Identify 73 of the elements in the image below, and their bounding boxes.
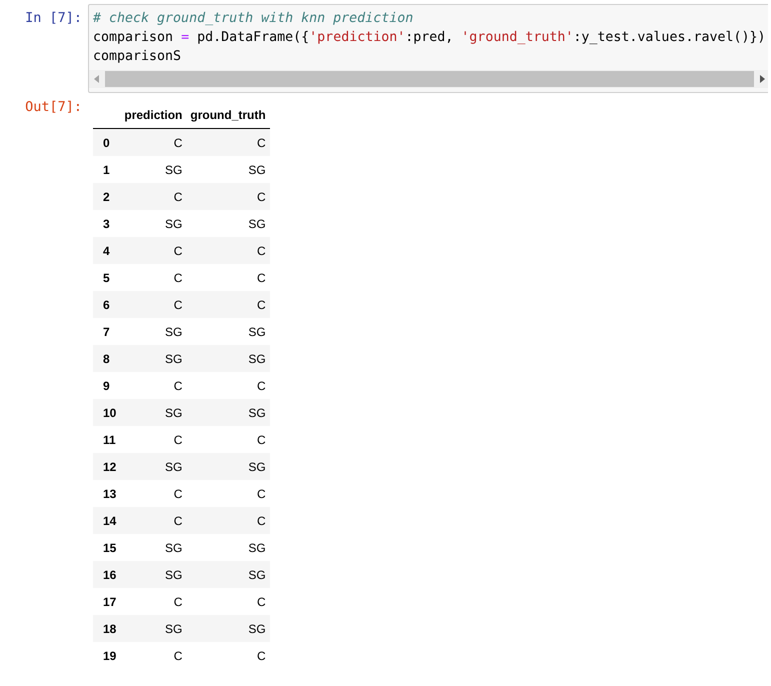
table-cell: SG — [120, 156, 186, 183]
table-cell: C — [120, 642, 186, 669]
row-index: 19 — [93, 642, 120, 669]
table-cell: SG — [186, 534, 270, 561]
table-cell: SG — [186, 318, 270, 345]
input-prompt: In [7]: — [25, 10, 82, 26]
row-index: 8 — [93, 345, 120, 372]
row-index: 18 — [93, 615, 120, 642]
row-index: 2 — [93, 183, 120, 210]
table-cell: C — [120, 183, 186, 210]
row-index: 15 — [93, 534, 120, 561]
table-cell: SG — [120, 534, 186, 561]
table-cell: C — [186, 291, 270, 318]
table-cell: SG — [120, 399, 186, 426]
row-index: 1 — [93, 156, 120, 183]
row-index: 17 — [93, 588, 120, 615]
code-token: 'prediction' — [309, 29, 406, 47]
row-index: 5 — [93, 264, 120, 291]
table-cell: SG — [186, 345, 270, 372]
row-index: 0 — [93, 128, 120, 156]
table-cell: SG — [120, 318, 186, 345]
code-token: :pred, — [405, 29, 454, 47]
table-cell: C — [120, 480, 186, 507]
row-index: 7 — [93, 318, 120, 345]
table-cell: C — [186, 426, 270, 453]
row-index: 11 — [93, 426, 120, 453]
table-cell: C — [186, 642, 270, 669]
table-cell: SG — [186, 399, 270, 426]
row-index: 3 — [93, 210, 120, 237]
table-cell: SG — [120, 210, 186, 237]
table-cell: SG — [120, 453, 186, 480]
table-cell: C — [120, 588, 186, 615]
table-cell: C — [120, 507, 186, 534]
code-token: # check ground_truth with knn prediction — [93, 10, 414, 28]
table-cell: C — [120, 372, 186, 399]
code-token: = — [181, 29, 190, 47]
output-prompt: Out[7]: — [25, 99, 82, 115]
row-index: 10 — [93, 399, 120, 426]
table-cell: C — [120, 264, 186, 291]
table-cell: SG — [186, 156, 270, 183]
code-token: 'ground_truth' — [461, 29, 574, 47]
table-cell: C — [186, 237, 270, 264]
row-index: 14 — [93, 507, 120, 534]
code-token: comparison — [93, 29, 174, 47]
table-cell: SG — [186, 615, 270, 642]
table-cell: SG — [186, 561, 270, 588]
table-cell: SG — [120, 345, 186, 372]
code-token: comparisonS — [93, 48, 182, 66]
row-index: 12 — [93, 453, 120, 480]
row-index: 16 — [93, 561, 120, 588]
table-cell: C — [186, 183, 270, 210]
code-token: pd.DataFrame({ — [196, 29, 310, 47]
table-cell: C — [186, 507, 270, 534]
row-index: 9 — [93, 372, 120, 399]
code-cell[interactable]: # check ground_truth with knn prediction comparison = pd.DataFrame({'prediction':pred, 'ground_truth':y_test.values.ravel()}) comparisonS — [88, 4, 768, 93]
row-index: 6 — [93, 291, 120, 318]
table-cell: C — [120, 426, 186, 453]
code-token: :y_test.values.ravel()}) — [573, 29, 766, 47]
table-cell: C — [186, 128, 270, 156]
table-cell: SG — [186, 210, 270, 237]
table-cell: C — [120, 291, 186, 318]
table-cell: C — [186, 372, 270, 399]
table-cell: SG — [186, 453, 270, 480]
row-index: 4 — [93, 237, 120, 264]
row-index: 13 — [93, 480, 120, 507]
table-cell: C — [120, 237, 186, 264]
table-cell: C — [186, 264, 270, 291]
table-cell: SG — [120, 615, 186, 642]
table-cell: C — [120, 128, 186, 156]
scrollbar-thumb[interactable] — [105, 71, 754, 87]
table-cell: SG — [120, 561, 186, 588]
table-cell: C — [186, 588, 270, 615]
table-cell: C — [186, 480, 270, 507]
